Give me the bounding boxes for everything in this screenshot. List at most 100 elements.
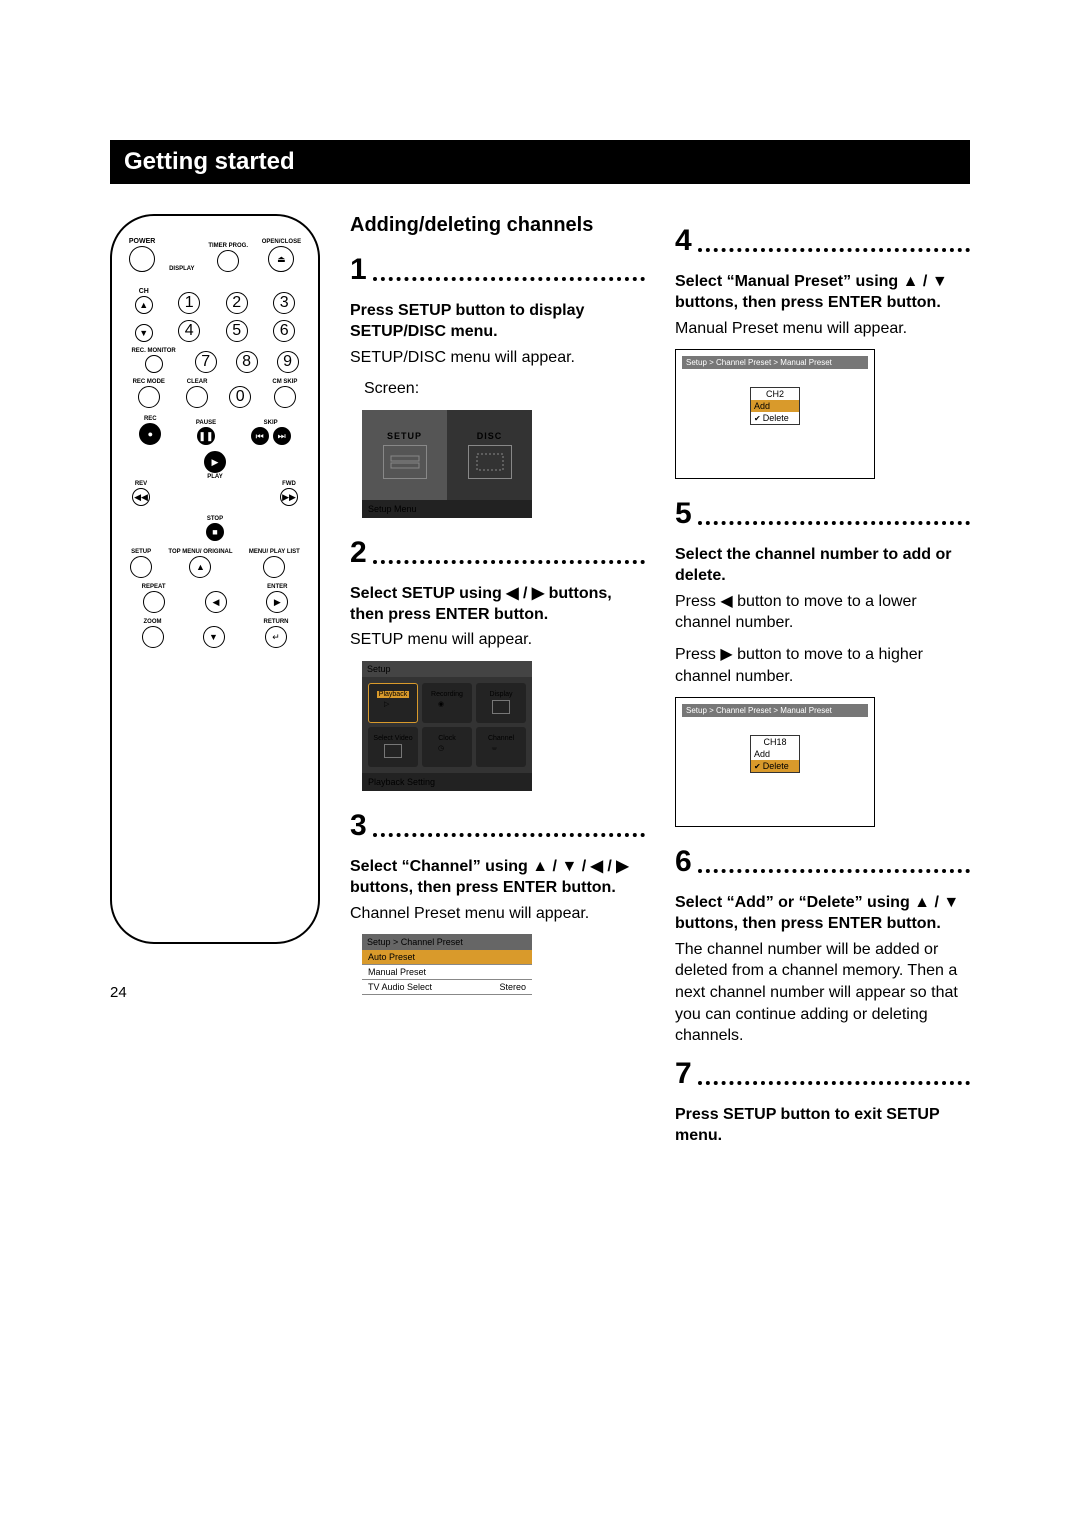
power-button[interactable] [129,246,155,272]
digit-7[interactable]: 7 [195,351,217,373]
right-arrow-icon: ▶ [616,858,628,875]
step2-body: SETUP menu will appear. [350,629,645,651]
setup-tab: SETUP [387,431,422,441]
step4-instr: Select “Manual Preset” using ▲ / ▼ butto… [675,272,970,314]
step1-body: SETUP/DISC menu will appear. [350,347,645,369]
step5-screenshot: Setup > Channel Preset > Manual Preset C… [675,697,875,827]
eject-button[interactable]: ⏏ [268,246,294,272]
rec-mode-button[interactable] [138,386,160,408]
digit-8[interactable]: 8 [236,351,258,373]
cm-skip-button[interactable] [274,386,296,408]
dots-icon [698,869,970,873]
digit-2[interactable]: 2 [226,292,248,314]
step4-delete: Delete [751,412,799,424]
up-arrow-icon: ▲ [532,858,548,875]
step2-instr: Select SETUP using ◀ / ▶ buttons, then p… [350,584,645,626]
rec-monitor-button[interactable] [145,355,163,373]
step4-crumb: Setup > Channel Preset > Manual Preset [682,356,868,369]
play-icon: ▷ [384,700,402,714]
step5-delete: Delete [751,760,799,772]
playback-cell: Playback [377,691,409,698]
step5-channel: CH18 [751,736,799,748]
step5-crumb: Setup > Channel Preset > Manual Preset [682,704,868,717]
stop-button[interactable]: ■ [206,523,224,541]
digit-9[interactable]: 9 [277,351,299,373]
play-button[interactable]: ▶ [204,451,226,473]
clock-cell: Clock [438,735,456,742]
step2-screenshot: Setup Playback▷ Recording◉ Display Selec… [362,661,532,791]
rec-button[interactable]: ● [139,423,161,445]
step7-num: 7 [675,1057,692,1091]
step6-body: The channel number will be added or dele… [675,939,970,1047]
step3-num: 3 [350,809,367,843]
left-arrow-icon: ◀ [591,858,603,875]
step5-body1: Press ◀ button to move to a lower channe… [675,591,970,634]
nav-left-button[interactable]: ◀ [205,591,227,613]
fwd-button[interactable]: ▶▶ [280,488,298,506]
dots-icon [373,560,645,564]
step1-screen-foot: Setup Menu [362,500,532,518]
step5-body2: Press ▶ button to move to a higher chann… [675,644,970,687]
repeat-label: REPEAT [142,584,166,590]
ch-label: CH [139,288,149,295]
nav-up-button[interactable]: ▲ [189,556,211,578]
skip-next-button[interactable]: ⏭ [273,427,291,445]
step2-screen-foot: Playback Setting [362,773,532,791]
digit-5[interactable]: 5 [226,320,248,342]
topmenu-label: TOP MENU/ ORIGINAL [168,549,232,555]
digit-6[interactable]: 6 [273,320,295,342]
rev-label: REV [135,481,147,487]
step5-num: 5 [675,497,692,531]
nav-down-button[interactable]: ▼ [203,626,225,648]
recmode-label: REC MODE [133,379,165,385]
repeat-button[interactable] [143,591,165,613]
digit-1[interactable]: 1 [178,292,200,314]
step4-channel: CH2 [751,388,799,400]
pause-button[interactable]: ❚❚ [197,427,215,445]
record-icon: ◉ [438,700,456,714]
clock-icon: ◷ [438,744,456,758]
ch-down-button[interactable]: ▼ [135,324,153,342]
step1-screen-label: Screen: [364,378,645,400]
step3-screenshot: Setup > Channel Preset Auto Preset Manua… [362,934,532,1074]
digit-3[interactable]: 3 [273,292,295,314]
down-arrow-icon: ▼ [943,894,959,911]
step6-num: 6 [675,845,692,879]
section-title: Adding/deleting channels [350,214,645,237]
timer-button[interactable] [217,250,239,272]
menu-button[interactable] [263,556,285,578]
disc-tab: DISC [477,431,503,441]
step1-instr: Press SETUP button to display SETUP/DISC… [350,301,645,343]
step1-screenshot: SETUP DISC Setup Menu [362,410,532,518]
left-arrow-icon: ◀ [506,585,518,602]
step5-instr: Select the channel number to add or dele… [675,545,970,587]
step2-screen-top: Setup [362,661,532,677]
rev-button[interactable]: ◀◀ [132,488,150,506]
nav-right-button[interactable]: ▶ [266,591,288,613]
cmskip-label: CM SKIP [272,379,297,385]
up-arrow-icon: ▲ [903,273,919,290]
auto-preset-row: Auto Preset [368,952,415,962]
zoom-label: ZOOM [144,619,162,625]
menu-label: MENU/ PLAY LIST [249,549,300,555]
digit-4[interactable]: 4 [178,320,200,342]
ch-up-button[interactable]: ▲ [135,296,153,314]
step3-crumb: Setup > Channel Preset [362,934,532,950]
zoom-button[interactable] [142,626,164,648]
step3-instr: Select “Channel” using ▲ / ▼ / ◀ / ▶ but… [350,857,645,899]
return-label: RETURN [264,619,289,625]
up-arrow-icon: ▲ [914,894,930,911]
skip-prev-button[interactable]: ⏮ [251,427,269,445]
clear-button[interactable] [186,386,208,408]
power-label: POWER [129,238,155,245]
digit-0[interactable]: 0 [229,386,251,408]
manual-preset-row: Manual Preset [368,967,426,977]
display-cell: Display [490,691,513,698]
recmon-label: REC. MONITOR [131,348,175,354]
step4-body: Manual Preset menu will appear. [675,318,970,340]
dots-icon [698,521,970,525]
right-arrow-icon: ▶ [532,585,544,602]
setup-button[interactable] [130,556,152,578]
return-button[interactable]: ↵ [265,626,287,648]
header-bar: Getting started [110,140,970,184]
